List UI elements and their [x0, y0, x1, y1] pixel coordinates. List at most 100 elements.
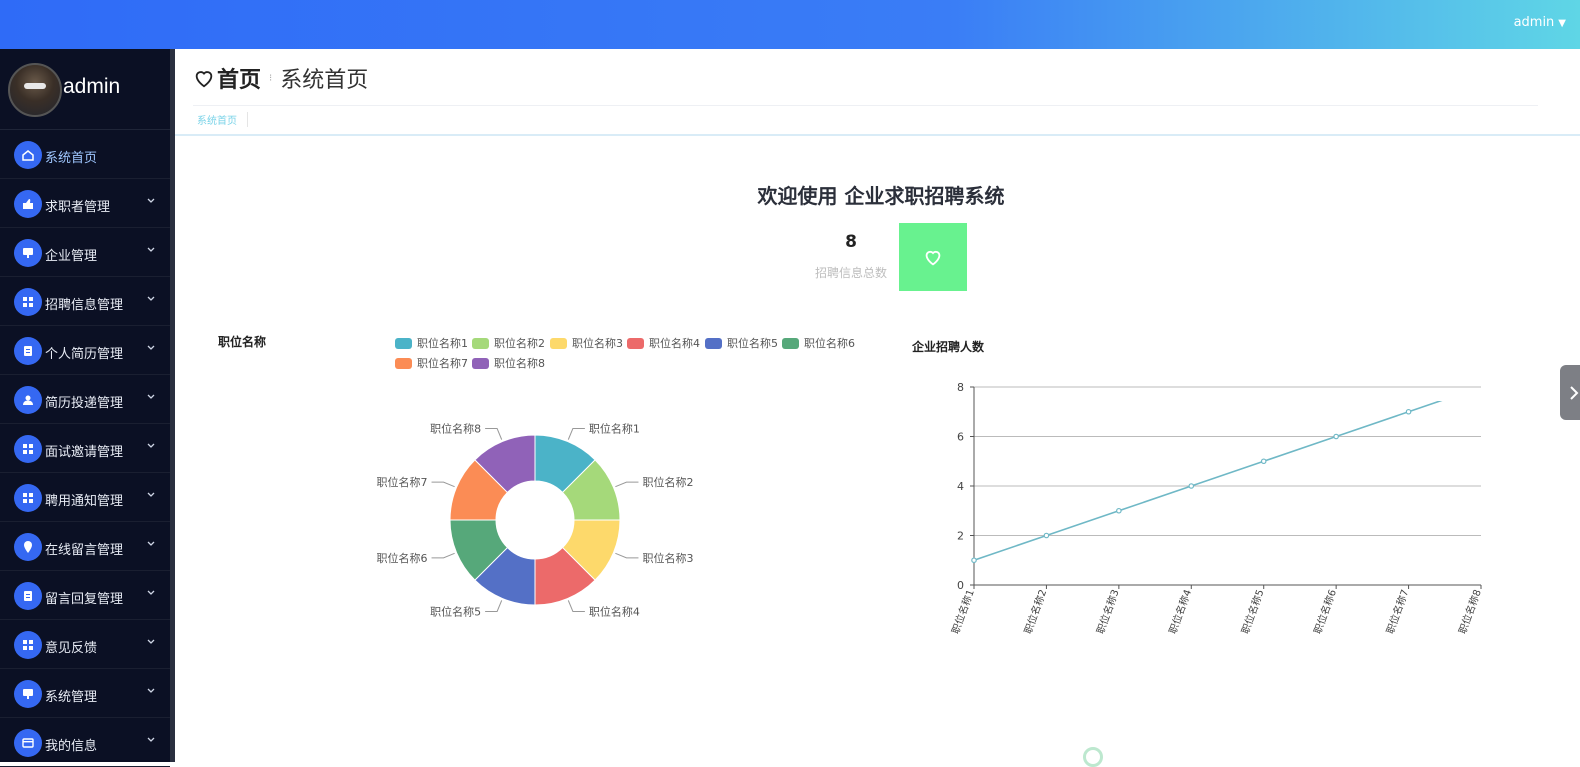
- pie-label-line: [567, 428, 585, 440]
- page-subtitle: 系统首页: [280, 68, 369, 93]
- legend-item[interactable]: 职位名称1: [395, 335, 468, 351]
- y-tick-label: 6: [957, 431, 964, 444]
- sidebar-item-label: 个人简历管理: [45, 347, 124, 362]
- avatar[interactable]: [8, 63, 62, 117]
- heart-icon: [195, 71, 213, 88]
- sidebar-item-3[interactable]: 企业管理: [0, 228, 170, 277]
- legend-swatch: [472, 357, 489, 369]
- grid-icon: [14, 435, 42, 463]
- location-icon: [14, 533, 42, 561]
- heart-icon: [925, 250, 941, 266]
- legend-swatch: [395, 357, 412, 369]
- grid-icon: [14, 631, 42, 659]
- sidebar-item-8[interactable]: 聘用通知管理: [0, 473, 170, 522]
- title-separator: ⁝: [269, 72, 273, 84]
- sidebar-item-2[interactable]: 求职者管理: [0, 179, 170, 228]
- sidebar: admin 系统首页求职者管理企业管理招聘信息管理 个人简历管理 简历投递管理 面试邀…: [0, 49, 175, 767]
- pie-slice-label: 职位名称2: [642, 475, 693, 489]
- sidebar-item-label: 系统首页: [45, 151, 98, 166]
- chevron-right-icon: [1570, 386, 1579, 400]
- line-point[interactable]: [1333, 433, 1339, 440]
- floating-button[interactable]: [1083, 747, 1103, 767]
- pie-label-line: [485, 600, 503, 612]
- legend-label: 职位名称6: [804, 337, 855, 350]
- chevron-down-icon: [147, 541, 155, 546]
- y-tick-label: 2: [957, 530, 964, 543]
- line-series: [974, 401, 1443, 562]
- monitor-icon: [14, 680, 42, 708]
- legend-item[interactable]: 职位名称8: [472, 355, 545, 371]
- legend-item[interactable]: 职位名称4: [627, 335, 700, 351]
- sidebar-item-label: 我的信息: [45, 739, 98, 754]
- sidebar-item-label: 简历投递管理: [45, 396, 124, 411]
- tab-bar: 系统首页: [175, 106, 1580, 136]
- page-title: 首页: [217, 68, 262, 93]
- grid-icon: [14, 288, 42, 316]
- sidebar-item-label: 留言回复管理: [45, 592, 124, 607]
- user-name: admin: [1513, 15, 1555, 30]
- pie-label-line: [485, 428, 503, 440]
- sidebar-item-12[interactable]: 系统管理: [0, 669, 170, 718]
- pie-label-line: [567, 600, 585, 612]
- legend-item[interactable]: 职位名称7: [395, 355, 468, 371]
- chevron-down-icon: [147, 688, 155, 693]
- side-panel-toggle[interactable]: [1560, 365, 1580, 420]
- chevron-down-icon: [147, 198, 155, 203]
- y-tick-label: 0: [957, 579, 964, 592]
- sidebar-item-13[interactable]: 我的信息: [0, 718, 170, 767]
- pie-slice-label: 职位名称7: [377, 475, 428, 489]
- sidebar-item-9[interactable]: 在线留言管理: [0, 522, 170, 571]
- sidebar-item-label: 招聘信息管理: [45, 298, 124, 313]
- pie-slice-label: 职位名称5: [430, 604, 481, 618]
- sidebar-item-5[interactable]: 个人简历管理: [0, 326, 170, 375]
- grid-icon: [14, 484, 42, 512]
- stat-value: 8: [845, 232, 857, 252]
- line-point[interactable]: [1188, 483, 1195, 489]
- legend-item[interactable]: 职位名称5: [705, 335, 778, 351]
- line-point[interactable]: [1043, 532, 1050, 539]
- line-point[interactable]: [1116, 507, 1122, 514]
- sidebar-item-label: 系统管理: [45, 690, 98, 705]
- sidebar-item-1[interactable]: 系统首页: [0, 130, 170, 179]
- legend-item[interactable]: 职位名称6: [782, 335, 855, 351]
- sidebar-item-10[interactable]: 留言回复管理: [0, 571, 170, 620]
- legend-item[interactable]: 职位名称3: [550, 335, 623, 351]
- pie-chart: 职位名称1 职位名称2 职位名称3 职位名称4 职位名称5 职位名称6 职位名称7 职位名称8: [377, 422, 694, 619]
- legend-swatch: [782, 337, 799, 349]
- line-point[interactable]: [1260, 458, 1267, 465]
- sidebar-item-4[interactable]: 招聘信息管理: [0, 277, 170, 326]
- sidebar-item-label: 面试邀请管理: [45, 445, 124, 460]
- welcome-title: 欢迎使用 企业求职招聘系统: [757, 184, 1005, 208]
- sidebar-item-label: 求职者管理: [45, 200, 111, 215]
- home-icon: [14, 141, 42, 169]
- legend-item[interactable]: 职位名称2: [472, 335, 545, 351]
- card-icon: [14, 729, 42, 757]
- sidebar-item-11[interactable]: 意见反馈: [0, 620, 170, 669]
- y-tick-label: 8: [957, 381, 964, 394]
- x-tick-label: 职位名称6: [1311, 588, 1339, 636]
- chevron-down-icon: [147, 590, 155, 595]
- sidebar-item-label: 企业管理: [45, 249, 98, 264]
- user-menu[interactable]: admin ▼: [1514, 15, 1566, 30]
- sidebar-item-6[interactable]: 简历投递管理: [0, 375, 170, 424]
- pie-label-line: [431, 481, 455, 488]
- user-icon: [14, 386, 42, 414]
- pie-chart-title: 职位名称: [218, 335, 267, 349]
- legend-label: 职位名称3: [572, 337, 623, 350]
- sidebar-item-7[interactable]: 面试邀请管理: [0, 424, 170, 473]
- x-tick-label: 职位名称4: [1166, 588, 1194, 636]
- monitor-icon: [14, 239, 42, 267]
- sidebar-item-label: 在线留言管理: [45, 543, 124, 558]
- clipboard-icon: [14, 337, 42, 365]
- pie-label-line: [431, 552, 455, 559]
- line-point[interactable]: [1405, 408, 1412, 415]
- x-tick-label: 职位名称2: [1021, 588, 1049, 636]
- stat-card-icon-box: [899, 223, 967, 291]
- stat-label: 招聘信息总数: [814, 266, 887, 280]
- sidebar-item-label: 聘用通知管理: [45, 494, 124, 509]
- line-point[interactable]: [971, 557, 977, 564]
- profile-name: admin: [63, 75, 121, 98]
- clipboard-icon: [14, 582, 42, 610]
- sidebar-menu: 系统首页求职者管理企业管理招聘信息管理 个人简历管理 简历投递管理 面试邀请管理 聘用通…: [0, 130, 170, 767]
- tab-home[interactable]: 系统首页: [197, 112, 248, 127]
